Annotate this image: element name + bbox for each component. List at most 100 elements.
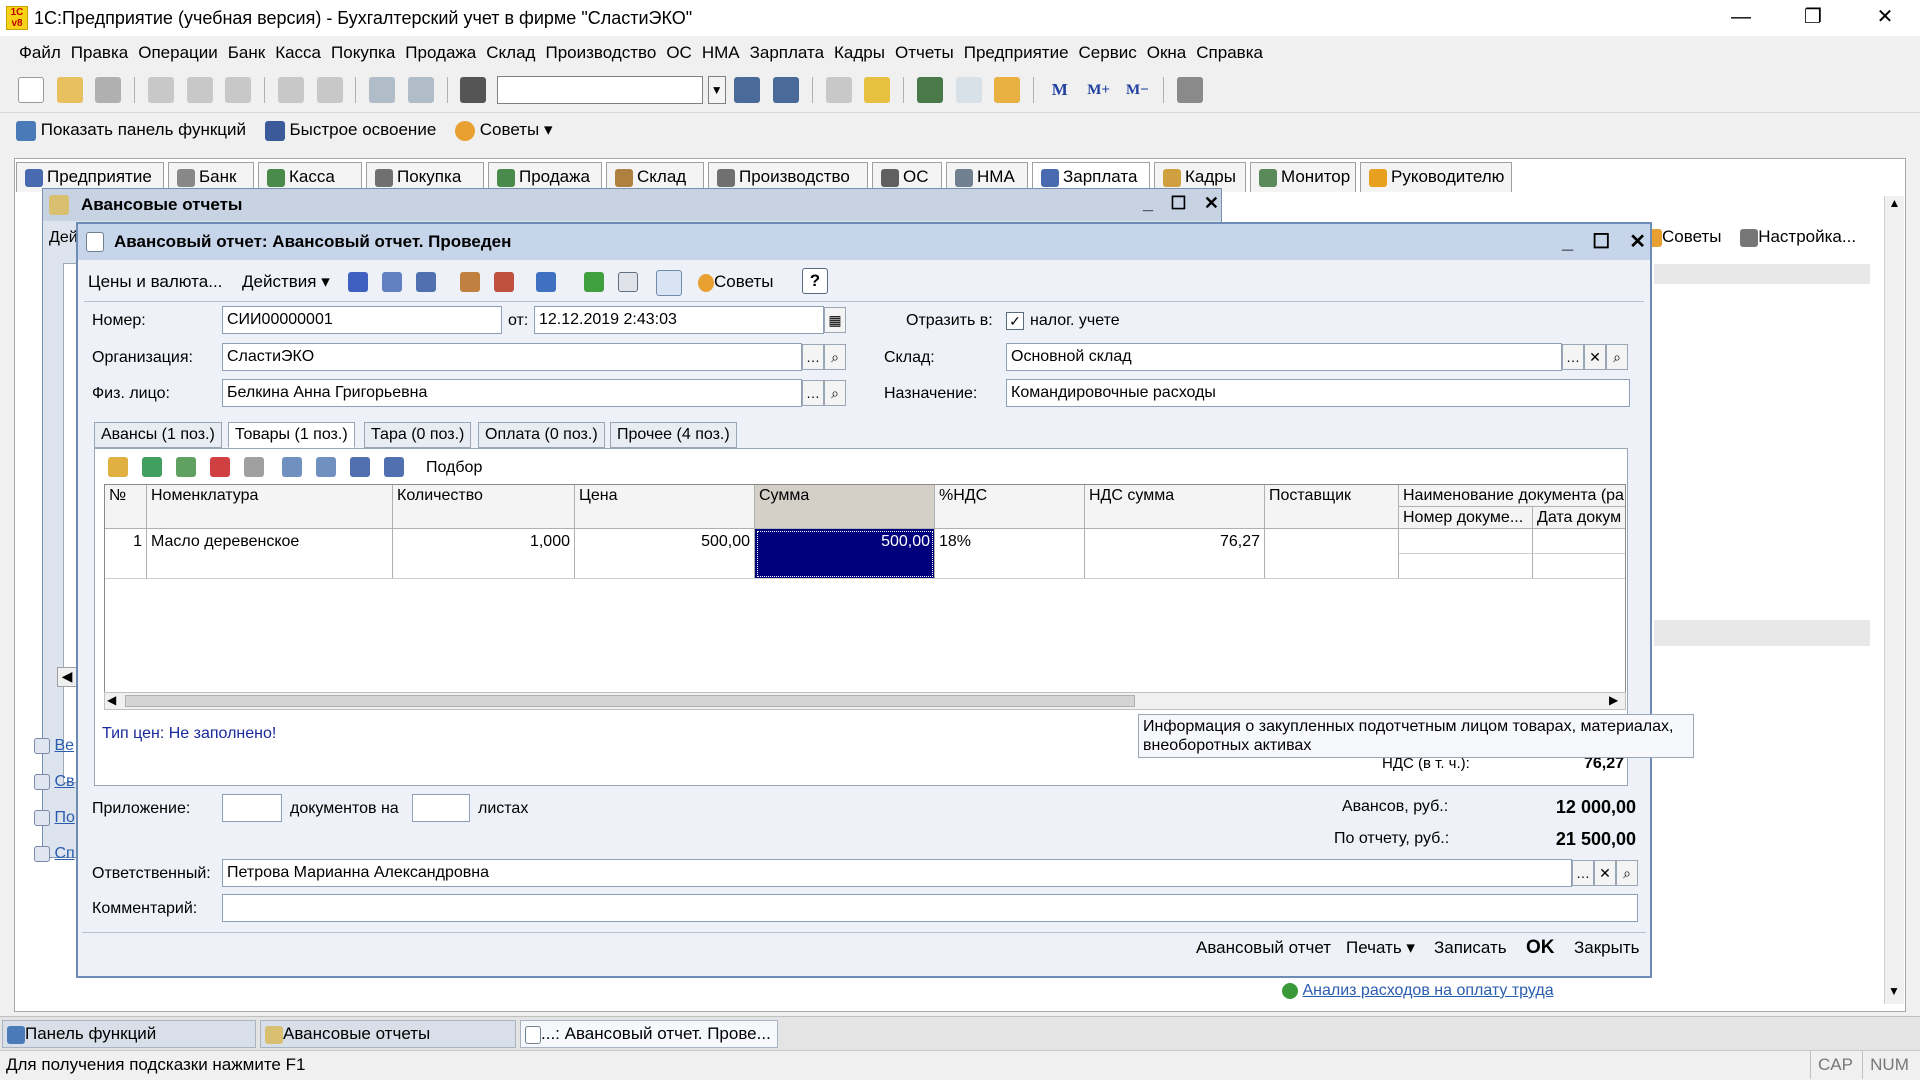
save-button[interactable]: Записать [1434, 935, 1507, 961]
menu-edit[interactable]: Правка [66, 36, 133, 70]
warehouse-select-button[interactable]: … [1562, 344, 1584, 370]
help-icon[interactable]: ? [802, 268, 828, 294]
menu-file[interactable]: Файл [14, 36, 66, 70]
table-cell[interactable] [1399, 554, 1533, 579]
attachment-docs-field[interactable] [222, 794, 282, 822]
copy-row-icon[interactable] [142, 457, 162, 477]
close-window-button[interactable]: ✕ [1862, 2, 1908, 32]
add-row-icon[interactable] [108, 457, 128, 477]
scroll-up-icon[interactable]: ▲ [1885, 196, 1904, 216]
minimize-button[interactable]: — [1718, 2, 1764, 32]
save-icon[interactable] [95, 77, 122, 103]
column-header[interactable]: Наименование документа (ра [1399, 485, 1625, 507]
dt-kt-icon[interactable] [584, 272, 604, 292]
org-select-button[interactable]: … [802, 344, 824, 370]
maximize-icon[interactable]: ☐ [1592, 224, 1610, 260]
left-link[interactable]: По [34, 800, 75, 836]
open-icon[interactable] [56, 77, 83, 103]
table-cell-selected[interactable]: 500,00 [755, 529, 935, 579]
chevron-down-icon[interactable]: ▼ [707, 76, 726, 104]
search-input[interactable] [497, 76, 704, 104]
move-left-icon[interactable] [348, 272, 368, 292]
column-header[interactable]: Цена [575, 485, 755, 529]
menu-operations[interactable]: Операции [133, 36, 223, 70]
close-button[interactable]: Закрыть [1574, 935, 1639, 961]
number-field[interactable]: СИИ00000001 [222, 306, 502, 334]
refresh-icon[interactable] [382, 272, 402, 292]
copy-icon[interactable] [186, 77, 213, 103]
menu-service[interactable]: Сервис [1074, 36, 1142, 70]
column-header[interactable]: Количество [393, 485, 575, 529]
clear-icon[interactable]: ✕ [1594, 860, 1616, 886]
search-icon[interactable]: ⌕ [824, 380, 846, 406]
restore-button[interactable]: ❐ [1790, 2, 1836, 32]
tab-monitor[interactable]: Монитор [1250, 162, 1356, 192]
search-prev-icon[interactable] [773, 77, 800, 103]
unpost-icon[interactable] [494, 272, 514, 292]
tab-other[interactable]: Прочее (4 поз.) [610, 422, 737, 448]
move-up-icon[interactable] [282, 457, 302, 477]
post-icon[interactable] [460, 272, 480, 292]
print-icon[interactable] [277, 77, 304, 103]
quick-learn-button[interactable]: Быстрое освоение [264, 113, 436, 147]
menu-reports[interactable]: Отчеты [890, 36, 959, 70]
close-icon[interactable]: ✕ [1204, 193, 1219, 214]
tab-management[interactable]: Руководителю [1360, 162, 1512, 192]
date-field[interactable]: 12.12.2019 2:43:03 [534, 306, 824, 334]
warehouse-field[interactable]: Основной склад [1006, 343, 1562, 371]
search-icon[interactable]: ⌕ [1606, 344, 1628, 370]
scroll-left-icon[interactable]: ◀ [107, 693, 116, 707]
redo-icon[interactable] [407, 77, 434, 103]
text-tt-icon[interactable] [656, 270, 682, 296]
scroll-left-icon[interactable]: ◀ [57, 667, 77, 687]
menu-enterprise[interactable]: Предприятие [959, 36, 1074, 70]
workspace-scrollbar[interactable]: ▲ ▼ [1884, 196, 1904, 1004]
tab-payment[interactable]: Оплата (0 поз.) [478, 422, 605, 448]
attachment-sheets-field[interactable] [412, 794, 470, 822]
person-select-button[interactable]: … [802, 380, 824, 406]
table-cell[interactable]: 500,00 [575, 529, 755, 579]
menu-fixed-assets[interactable]: ОС [661, 36, 697, 70]
search-next-icon[interactable] [734, 77, 761, 103]
column-header[interactable]: Сумма [755, 485, 935, 529]
structure-icon[interactable] [416, 272, 436, 292]
windows-icon[interactable] [825, 77, 852, 103]
table-cell[interactable] [1399, 529, 1533, 554]
menu-warehouse[interactable]: Склад [481, 36, 540, 70]
tips-button[interactable]: Советы ▾ [455, 113, 552, 147]
left-link[interactable]: Ве [34, 728, 75, 764]
column-header[interactable]: НДС сумма [1085, 485, 1265, 529]
dialog-tips-button[interactable]: Советы [698, 268, 773, 296]
right-tips-button[interactable]: Советы [1648, 227, 1721, 247]
scroll-thumb[interactable] [125, 695, 1135, 707]
print-button[interactable]: Печать ▾ [1346, 935, 1415, 961]
prices-currency-button[interactable]: Цены и валюта... [88, 268, 222, 296]
left-link[interactable]: Сп [34, 836, 75, 872]
delete-row-icon[interactable] [210, 457, 230, 477]
show-panel-button[interactable]: Показать панель функций [16, 113, 246, 147]
table-cell[interactable] [1265, 529, 1399, 579]
menu-sale[interactable]: Продажа [400, 36, 481, 70]
paste-icon[interactable] [225, 77, 252, 103]
left-link[interactable]: Св [34, 764, 75, 800]
sort-desc-icon[interactable] [384, 457, 404, 477]
new-document-icon[interactable] [18, 77, 44, 103]
menu-salary[interactable]: Зарплата [745, 36, 829, 70]
memory-plus-icon[interactable]: M+ [1086, 77, 1112, 103]
menu-purchase[interactable]: Покупка [326, 36, 400, 70]
report-icon[interactable] [618, 272, 638, 292]
menu-production[interactable]: Производство [540, 36, 661, 70]
table-cell[interactable]: 1 [105, 529, 147, 579]
search-icon[interactable]: ⌕ [824, 344, 846, 370]
column-header[interactable]: %НДС [935, 485, 1085, 529]
menu-help[interactable]: Справка [1191, 36, 1268, 70]
sort-asc-icon[interactable] [350, 457, 370, 477]
table-cell[interactable]: Масло деревенское [147, 529, 393, 579]
tab-goods[interactable]: Товары (1 поз.) [228, 422, 355, 448]
task-function-panel[interactable]: Панель функций [2, 1020, 256, 1048]
tab-containers[interactable]: Тара (0 поз.) [364, 422, 472, 448]
end-edit-icon[interactable] [244, 457, 264, 477]
find-icon[interactable] [460, 77, 487, 103]
memory-minus-icon[interactable]: M− [1124, 77, 1150, 103]
ok-button[interactable]: OK [1526, 935, 1555, 961]
